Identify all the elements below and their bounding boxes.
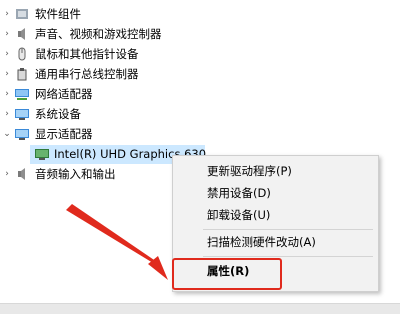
horizontal-scrollbar[interactable] [0, 303, 400, 314]
annotation-arrow [66, 204, 168, 280]
